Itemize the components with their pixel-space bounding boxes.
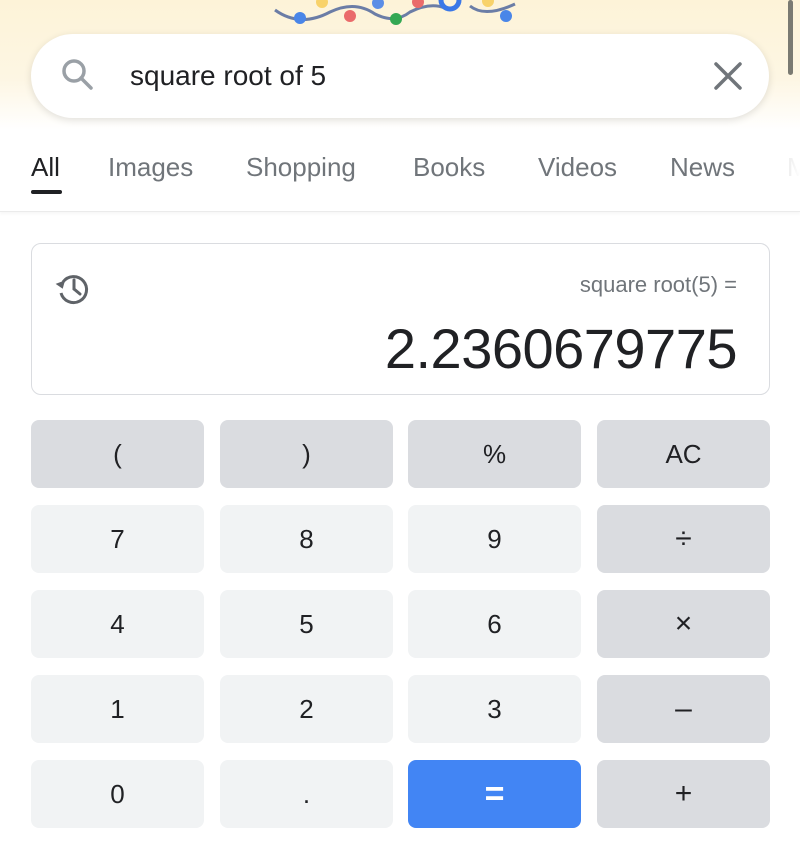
key-decimal[interactable]: . — [220, 760, 393, 828]
key-equals[interactable]: = — [408, 760, 581, 828]
calculator-expression: square root(5) = — [579, 272, 737, 297]
light-bulb — [390, 13, 402, 25]
tabs-fade-overlay — [780, 140, 800, 210]
light-bulb — [344, 10, 356, 22]
tab-news[interactable]: News — [670, 152, 735, 183]
light-bulb — [438, 0, 462, 12]
key-percent[interactable]: % — [408, 420, 581, 488]
holiday-lights-doodle-icon[interactable] — [270, 0, 530, 32]
key-add[interactable]: + — [597, 760, 770, 828]
calculator-display: square root(5) = 2.2360679775 — [31, 243, 770, 395]
light-bulb — [500, 10, 512, 22]
calculator-result: 2.2360679775 — [384, 317, 738, 380]
key-4[interactable]: 4 — [31, 590, 204, 658]
tab-all[interactable]: All — [31, 152, 60, 183]
scrollbar[interactable] — [788, 0, 793, 75]
key-8[interactable]: 8 — [220, 505, 393, 573]
light-bulb — [372, 0, 384, 9]
light-bulb — [482, 0, 494, 7]
key-0[interactable]: 0 — [31, 760, 204, 828]
active-tab-indicator — [31, 190, 62, 194]
tab-images[interactable]: Images — [108, 152, 193, 183]
search-tabs: All Images Shopping Books Videos News M — [0, 140, 800, 212]
key-multiply[interactable]: × — [597, 590, 770, 658]
key-6[interactable]: 6 — [408, 590, 581, 658]
key-2[interactable]: 2 — [220, 675, 393, 743]
tab-videos[interactable]: Videos — [538, 152, 617, 183]
key-subtract[interactable]: – — [597, 675, 770, 743]
tab-shopping[interactable]: Shopping — [246, 152, 356, 183]
key-3[interactable]: 3 — [408, 675, 581, 743]
tab-books[interactable]: Books — [413, 152, 485, 183]
key-close-paren[interactable]: ) — [220, 420, 393, 488]
key-5[interactable]: 5 — [220, 590, 393, 658]
light-bulb — [316, 0, 328, 8]
light-bulb — [294, 12, 306, 24]
close-icon[interactable] — [710, 58, 746, 94]
search-input[interactable]: square root of 5 — [130, 58, 326, 94]
history-icon[interactable] — [52, 268, 92, 308]
key-1[interactable]: 1 — [31, 675, 204, 743]
search-icon[interactable] — [58, 55, 98, 95]
key-9[interactable]: 9 — [408, 505, 581, 573]
key-all-clear[interactable]: AC — [597, 420, 770, 488]
key-divide[interactable]: ÷ — [597, 505, 770, 573]
key-open-paren[interactable]: ( — [31, 420, 204, 488]
key-7[interactable]: 7 — [31, 505, 204, 573]
